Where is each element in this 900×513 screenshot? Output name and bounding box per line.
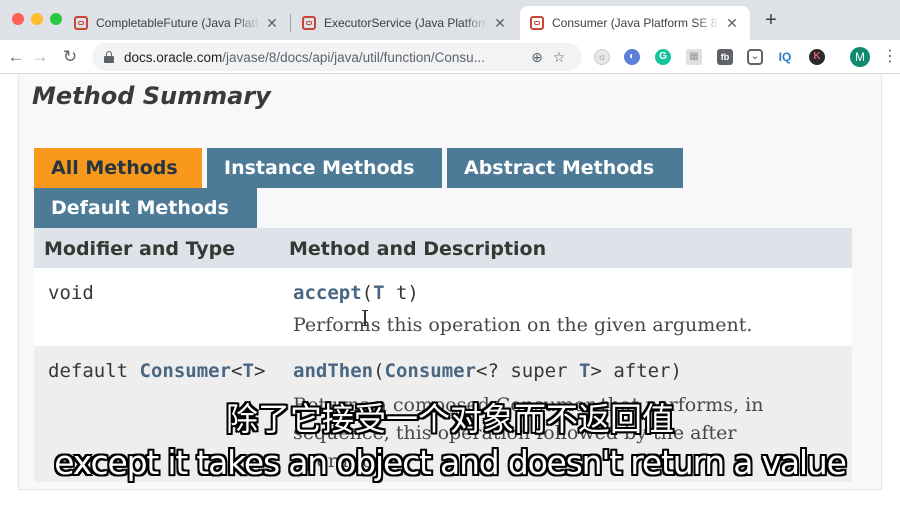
- oracle-favicon-icon: [302, 16, 316, 30]
- avatar-letter: M: [855, 50, 865, 64]
- sun-icon[interactable]: ☼: [594, 49, 610, 65]
- iq-icon[interactable]: IQ: [777, 49, 793, 65]
- fb-icon[interactable]: fb: [717, 49, 733, 65]
- header-modifier-type: Modifier and Type: [44, 238, 236, 260]
- maximize-window-button[interactable]: [50, 13, 62, 25]
- signature-params: t): [384, 282, 419, 304]
- method-signature: andThen(Consumer<? super T> after): [293, 360, 682, 382]
- url-host: docs.oracle.com: [124, 49, 223, 65]
- tab-default-methods[interactable]: Default Methods: [34, 188, 257, 228]
- grammarly-label: G: [659, 51, 667, 62]
- browser-toolbar: ← → ↻ docs.oracle.com/javase/8/docs/api/…: [0, 40, 900, 74]
- tab-abstract-methods[interactable]: Abstract Methods: [447, 148, 683, 188]
- modifier-type: default Consumer<T>: [48, 360, 265, 382]
- bookmark-star-icon[interactable]: ☆: [548, 49, 570, 66]
- text-cursor-icon: [362, 310, 368, 326]
- browser-tab-completablefuture[interactable]: CompletableFuture (Java Platform SE 8 ✕: [64, 6, 290, 40]
- tab-instance-methods[interactable]: Instance Methods: [207, 148, 442, 188]
- subtitle-english: except it takes an object and doesn't re…: [54, 443, 847, 482]
- pocket-icon[interactable]: ⌄: [747, 49, 763, 65]
- oracle-favicon-icon: [74, 16, 88, 30]
- safari-icon[interactable]: ◐: [624, 49, 640, 65]
- back-arrow-icon[interactable]: ←: [4, 45, 28, 69]
- signature-generic: <? super: [476, 360, 579, 382]
- close-tab-icon[interactable]: ✕: [492, 15, 508, 32]
- type-link-consumer[interactable]: Consumer: [140, 360, 232, 382]
- modifier-prefix: default: [48, 360, 140, 382]
- table-row: void accept(T t) Performs this operation…: [34, 268, 852, 346]
- zoom-icon[interactable]: ⊕: [526, 49, 548, 66]
- url-path: /javase/8/docs/api/java/util/function/Co…: [222, 49, 485, 65]
- tab-title: ExecutorService (Java Platform SE 8: [324, 16, 488, 30]
- address-bar[interactable]: docs.oracle.com/javase/8/docs/api/java/u…: [92, 43, 582, 71]
- generic-open: <: [231, 360, 243, 382]
- browser-tab-consumer[interactable]: Consumer (Java Platform SE 8 ✕: [520, 6, 750, 40]
- lock-icon[interactable]: [104, 51, 114, 63]
- signature-params: > after): [590, 360, 682, 382]
- close-tab-icon[interactable]: ✕: [724, 15, 740, 32]
- k-label: K: [813, 51, 821, 62]
- url-text: docs.oracle.com/javase/8/docs/api/java/u…: [124, 50, 526, 65]
- close-window-button[interactable]: [12, 13, 24, 25]
- signature-open-paren: (: [361, 282, 374, 304]
- type-link-t[interactable]: T: [373, 282, 384, 304]
- subtitle-chinese: 除了它接受一个对象而不返回值: [225, 400, 674, 438]
- browser-tab-bar: CompletableFuture (Java Platform SE 8 ✕ …: [0, 0, 900, 40]
- type-link-t[interactable]: T: [579, 360, 590, 382]
- new-tab-button[interactable]: +: [760, 9, 782, 31]
- tab-title: CompletableFuture (Java Platform SE 8: [96, 16, 260, 30]
- reload-icon[interactable]: ↻: [58, 45, 82, 69]
- iq-label: IQ: [778, 50, 792, 64]
- profile-avatar[interactable]: M: [850, 47, 870, 67]
- method-link-accept[interactable]: accept: [293, 282, 362, 304]
- more-menu-icon[interactable]: ⋮: [882, 46, 898, 68]
- section-title: Method Summary: [32, 82, 271, 110]
- forward-arrow-icon[interactable]: →: [28, 45, 52, 69]
- method-link-andthen[interactable]: andThen: [293, 360, 373, 382]
- tab-title: Consumer (Java Platform SE 8: [552, 16, 718, 30]
- header-method-description: Method and Description: [289, 238, 547, 260]
- tab-all-methods[interactable]: All Methods: [34, 148, 202, 188]
- minimize-window-button[interactable]: [31, 13, 43, 25]
- tab-separator: [290, 14, 291, 32]
- k-icon[interactable]: K: [809, 49, 825, 65]
- grid-icon[interactable]: ▦: [686, 49, 702, 65]
- method-signature: accept(T t): [293, 282, 419, 304]
- type-link-consumer[interactable]: Consumer: [385, 360, 477, 382]
- fb-label: fb: [720, 52, 730, 62]
- close-tab-icon[interactable]: ✕: [264, 15, 280, 32]
- generic-close: >: [253, 360, 266, 382]
- signature-open-paren: (: [373, 360, 385, 382]
- modifier-type: void: [48, 282, 94, 304]
- browser-tab-executorservice[interactable]: ExecutorService (Java Platform SE 8 ✕: [292, 6, 518, 40]
- oracle-favicon-icon: [530, 16, 544, 30]
- grammarly-icon[interactable]: G: [655, 49, 671, 65]
- type-link-t[interactable]: T: [242, 360, 253, 382]
- table-header: Modifier and Type Method and Description: [34, 228, 852, 268]
